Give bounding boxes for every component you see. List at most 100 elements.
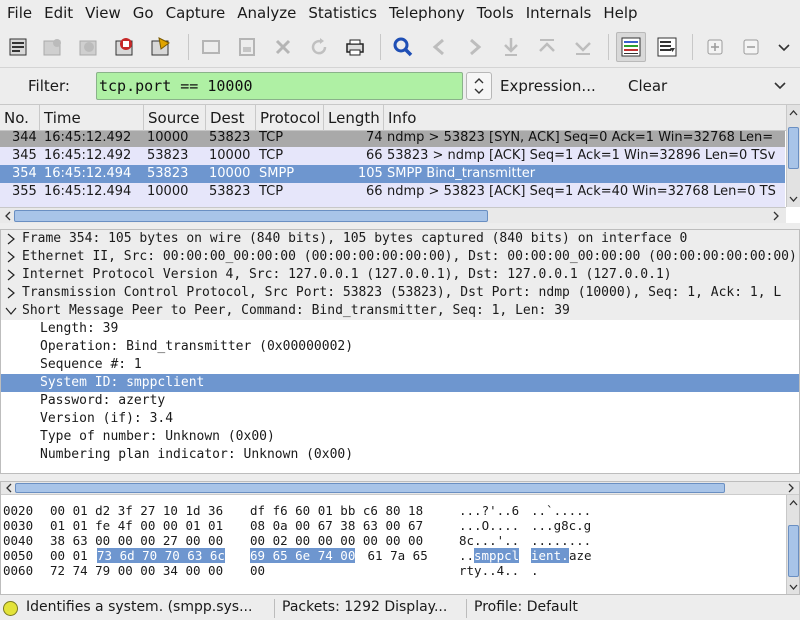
expand-arrow-icon[interactable] bbox=[5, 233, 17, 245]
tree-item-tcp[interactable]: Transmission Control Protocol, Src Port:… bbox=[1, 284, 799, 302]
packet-list-vertical-scrollbar[interactable] bbox=[786, 105, 800, 207]
tree-item-ethernet[interactable]: Ethernet II, Src: 00:00:00_00:00:00 (00:… bbox=[1, 248, 799, 266]
hex-ascii: ........ bbox=[531, 533, 592, 548]
packet-length: 74 bbox=[366, 131, 383, 145]
capture-options-icon bbox=[43, 39, 61, 56]
chevron-down-icon bbox=[778, 44, 790, 52]
collapse-arrow-icon[interactable] bbox=[5, 305, 17, 317]
hex-bytes: 00 01 d2 3f 27 10 1d 36 bbox=[50, 503, 224, 518]
menu-help[interactable]: Help bbox=[597, 0, 643, 26]
packet-row[interactable]: 355 16:45:12.494 10000 53823 TCP 66 ndmp… bbox=[0, 183, 785, 201]
display-filter-input[interactable]: tcp.port == 10000 bbox=[96, 72, 463, 100]
colorize-button[interactable] bbox=[616, 32, 646, 62]
packet-dest: 53823 bbox=[209, 184, 251, 199]
reload-button[interactable] bbox=[304, 32, 334, 62]
menu-edit[interactable]: Edit bbox=[38, 0, 79, 26]
tree-field[interactable]: Version (if): 3.4 bbox=[1, 410, 799, 428]
hex-row[interactable]: 0060 72 74 79 00 00 34 00 00 00 rty..4..… bbox=[1, 563, 786, 578]
expert-info-led-icon[interactable] bbox=[3, 601, 18, 616]
menu-tools[interactable]: Tools bbox=[471, 0, 520, 26]
expand-arrow-icon[interactable] bbox=[5, 287, 17, 299]
toolbar-separator bbox=[380, 34, 381, 60]
menu-go[interactable]: Go bbox=[127, 0, 160, 26]
open-file-button[interactable] bbox=[196, 32, 226, 62]
go-to-packet-button[interactable] bbox=[496, 32, 526, 62]
scroll-left-icon bbox=[5, 211, 11, 221]
menu-analyze[interactable]: Analyze bbox=[231, 0, 302, 26]
clear-filter-button[interactable]: Clear bbox=[628, 77, 667, 95]
expand-arrow-icon[interactable] bbox=[5, 269, 17, 281]
close-file-button[interactable] bbox=[268, 32, 298, 62]
tree-item-frame[interactable]: Frame 354: 105 bytes on wire (840 bits),… bbox=[1, 230, 799, 248]
restart-capture-button[interactable] bbox=[146, 32, 176, 62]
stop-capture-button[interactable] bbox=[110, 32, 140, 62]
tree-item-label: Transmission Control Protocol, Src Port:… bbox=[22, 285, 782, 300]
packet-row[interactable]: 345 16:45:12.492 53823 10000 TCP 66 5382… bbox=[0, 147, 785, 165]
tree-field[interactable]: Sequence #: 1 bbox=[1, 356, 799, 374]
go-back-button[interactable] bbox=[424, 32, 454, 62]
tree-field-label: Operation: Bind_transmitter (0x00000002) bbox=[40, 339, 354, 354]
capture-options-button[interactable] bbox=[38, 32, 68, 62]
menu-capture[interactable]: Capture bbox=[160, 0, 232, 26]
hex-ascii: ...O.... bbox=[459, 518, 520, 533]
print-button[interactable] bbox=[340, 32, 370, 62]
interface-list-button[interactable] bbox=[4, 32, 34, 62]
chevron-down-icon bbox=[774, 82, 786, 90]
details-horizontal-scrollbar[interactable] bbox=[1, 482, 799, 495]
menu-view[interactable]: View bbox=[79, 0, 127, 26]
menu-telephony[interactable]: Telephony bbox=[383, 0, 471, 26]
packet-row-selected[interactable]: 354 16:45:12.494 53823 10000 SMPP 105 SM… bbox=[0, 165, 785, 183]
hex-row[interactable]: 0030 01 01 fe 4f 00 00 01 01 08 0a 00 67… bbox=[1, 518, 786, 533]
toolbar-separator bbox=[692, 34, 693, 60]
bytes-vertical-scrollbar[interactable] bbox=[786, 495, 799, 594]
column-header-length[interactable]: Length bbox=[324, 105, 384, 131]
packet-info: ndmp > 53823 [ACK] Seq=1 Ack=40 Win=3276… bbox=[387, 184, 776, 199]
tree-item-ip[interactable]: Internet Protocol Version 4, Src: 127.0.… bbox=[1, 266, 799, 284]
zoom-in-button[interactable] bbox=[700, 32, 730, 62]
column-header-time[interactable]: Time bbox=[40, 105, 144, 131]
hex-row[interactable]: 0040 38 63 00 00 00 27 00 00 00 02 00 00… bbox=[1, 533, 786, 548]
tree-field[interactable]: Length: 39 bbox=[1, 320, 799, 338]
hex-row[interactable]: 0050 00 01 73 6d 70 70 63 6c 69 65 6e 74… bbox=[1, 548, 786, 563]
filter-overflow-button[interactable] bbox=[772, 77, 792, 97]
scrollbar-thumb[interactable] bbox=[788, 127, 799, 169]
scrollbar-thumb[interactable] bbox=[15, 483, 725, 493]
packet-protocol: TCP bbox=[259, 148, 284, 163]
filter-history-dropdown[interactable] bbox=[466, 72, 492, 100]
packet-row[interactable]: 344 16:45:12.492 10000 53823 TCP 74 ndmp… bbox=[0, 131, 785, 147]
menu-internals[interactable]: Internals bbox=[520, 0, 598, 26]
column-header-source[interactable]: Source bbox=[144, 105, 206, 131]
start-capture-button[interactable] bbox=[74, 32, 104, 62]
toolbar-overflow-button[interactable] bbox=[772, 32, 796, 62]
scrollbar-thumb[interactable] bbox=[788, 525, 799, 577]
save-file-button[interactable] bbox=[232, 32, 262, 62]
hex-row[interactable]: 0020 00 01 d2 3f 27 10 1d 36 df f6 60 01… bbox=[1, 503, 786, 518]
packet-list-horizontal-scrollbar[interactable] bbox=[0, 207, 786, 224]
scrollbar-thumb[interactable] bbox=[14, 210, 488, 222]
column-header-protocol[interactable]: Protocol bbox=[256, 105, 324, 131]
column-header-info[interactable]: Info bbox=[384, 105, 786, 131]
menu-file[interactable]: File bbox=[1, 0, 38, 26]
auto-scroll-button[interactable] bbox=[652, 32, 682, 62]
expression-button[interactable]: Expression... bbox=[500, 77, 596, 95]
tree-field[interactable]: Numbering plan indicator: Unknown (0x00) bbox=[1, 446, 799, 464]
zoom-out-button[interactable] bbox=[736, 32, 766, 62]
expand-arrow-icon[interactable] bbox=[5, 251, 17, 263]
packet-time: 16:45:12.494 bbox=[44, 184, 132, 199]
last-packet-button[interactable] bbox=[568, 32, 598, 62]
column-header-no[interactable]: No. bbox=[0, 105, 40, 131]
status-profile[interactable]: Profile: Default bbox=[474, 599, 578, 615]
tree-field[interactable]: Operation: Bind_transmitter (0x00000002) bbox=[1, 338, 799, 356]
column-header-dest[interactable]: Dest bbox=[206, 105, 256, 131]
hex-ascii: . bbox=[531, 563, 539, 578]
tree-field-selected[interactable]: System ID: smppclient bbox=[1, 374, 799, 392]
tree-field[interactable]: Password: azerty bbox=[1, 392, 799, 410]
find-packet-button[interactable] bbox=[388, 32, 418, 62]
pane-splitter[interactable] bbox=[0, 474, 800, 480]
tree-field-label: Numbering plan indicator: Unknown (0x00) bbox=[40, 447, 354, 462]
tree-item-smpp[interactable]: Short Message Peer to Peer, Command: Bin… bbox=[1, 302, 799, 320]
first-packet-button[interactable] bbox=[532, 32, 562, 62]
go-forward-button[interactable] bbox=[460, 32, 490, 62]
tree-field[interactable]: Type of number: Unknown (0x00) bbox=[1, 428, 799, 446]
menu-statistics[interactable]: Statistics bbox=[302, 0, 383, 26]
